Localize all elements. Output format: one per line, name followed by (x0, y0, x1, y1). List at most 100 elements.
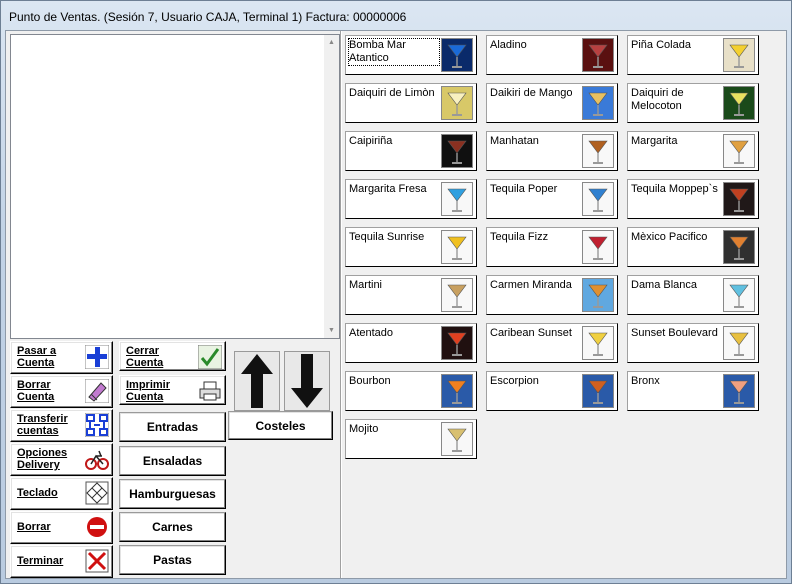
ensaladas-label: Ensaladas (142, 454, 203, 468)
product-button[interactable]: Bourbon (345, 371, 477, 411)
cerrar-cuenta-label: Cerrar Cuenta (126, 345, 164, 369)
cocktail-icon (441, 374, 473, 408)
product-button[interactable]: Tequila Moppep`s (627, 179, 759, 219)
plus-icon (84, 344, 110, 370)
scroll-down-icon[interactable]: ▼ (324, 323, 339, 338)
product-button[interactable]: Daikiri de Mango (486, 83, 618, 123)
entradas-label: Entradas (146, 420, 199, 434)
product-button[interactable]: Bomba Mar Atantico (345, 35, 477, 75)
terminar-button[interactable]: Terminar (10, 545, 113, 578)
carnes-label: Carnes (152, 520, 193, 534)
cocktail-icon (441, 38, 473, 72)
pos-window: Punto de Ventas. (Sesión 7, Usuario CAJA… (0, 0, 792, 584)
cocktail-icon (441, 86, 473, 120)
product-button[interactable]: Tequila Fizz (486, 227, 618, 267)
carnes-button[interactable]: Carnes (119, 512, 226, 542)
checkmark-icon (197, 344, 223, 370)
imprimir-cuenta-label: Imprimir Cuenta (126, 379, 171, 403)
product-button[interactable]: Margarita (627, 131, 759, 171)
product-name: Manhatan (490, 135, 539, 147)
no-entry-icon (85, 515, 109, 539)
arrow-down-icon (291, 354, 323, 408)
terminar-label: Terminar (17, 555, 64, 567)
product-button[interactable]: Tequila Sunrise (345, 227, 477, 267)
product-name: Mèxico Pacifico (631, 231, 708, 243)
printer-icon (198, 379, 222, 403)
keypad-icon (85, 481, 109, 505)
product-name: Margarita (631, 135, 678, 147)
borrar-label: Borrar (17, 521, 51, 533)
transferir-cuentas-button[interactable]: Transferir cuentas (10, 409, 113, 442)
cocktail-icon (582, 134, 614, 168)
client-area: ▲ ▼ Pasar a Cuenta Cerrar Cuenta Borrar … (5, 30, 787, 579)
product-button[interactable]: Caipiriña (345, 131, 477, 171)
product-button[interactable]: Aladino (486, 35, 618, 75)
costeles-button[interactable]: Costeles (228, 411, 333, 440)
costeles-label: Costeles (255, 418, 306, 433)
product-name: Martini (349, 279, 383, 291)
product-button[interactable]: Dama Blanca (627, 275, 759, 315)
cocktail-icon (441, 278, 473, 312)
hamburguesas-button[interactable]: Hamburguesas (119, 479, 226, 509)
borrar-button[interactable]: Borrar (10, 511, 113, 544)
pastas-button[interactable]: Pastas (119, 545, 226, 575)
opciones-delivery-button[interactable]: Opciones Delivery (10, 443, 113, 476)
product-button[interactable]: Daiquiri de Melocoton (627, 83, 759, 123)
panel-divider (340, 31, 342, 578)
scroll-down-button[interactable] (284, 351, 330, 411)
product-name: Tequila Fizz (490, 231, 549, 243)
product-button[interactable]: Martini (345, 275, 477, 315)
window-title: Punto de Ventas. (Sesión 7, Usuario CAJA… (9, 10, 407, 24)
product-button[interactable]: Tequila Poper (486, 179, 618, 219)
product-button[interactable]: Mèxico Pacifico (627, 227, 759, 267)
transferir-cuentas-label: Transferir cuentas (17, 413, 68, 437)
cocktail-icon (723, 326, 755, 360)
pasar-cuenta-button[interactable]: Pasar a Cuenta (10, 341, 113, 374)
product-name: Mojito (349, 423, 379, 435)
cocktail-icon (441, 230, 473, 264)
product-name: Daiquiri de Melocoton (631, 87, 684, 112)
product-button[interactable]: Bronx (627, 371, 759, 411)
product-button[interactable]: Daiquiri de Limòn (345, 83, 477, 123)
ensaladas-button[interactable]: Ensaladas (119, 446, 226, 476)
product-name: Daikiri de Mango (490, 87, 573, 99)
close-icon (85, 549, 109, 573)
cocktail-icon (582, 86, 614, 120)
cocktail-icon (723, 134, 755, 168)
order-list-scrollbar[interactable]: ▲ ▼ (324, 35, 339, 338)
cocktail-icon (723, 374, 755, 408)
product-button[interactable]: Sunset Boulevard (627, 323, 759, 363)
network-icon (84, 412, 110, 438)
cerrar-cuenta-button[interactable]: Cerrar Cuenta (119, 341, 226, 371)
product-button[interactable]: Atentado (345, 323, 477, 363)
product-button[interactable]: Piña Colada (627, 35, 759, 75)
cocktail-icon (441, 134, 473, 168)
bicycle-icon (85, 447, 109, 471)
cocktail-icon (441, 182, 473, 216)
teclado-button[interactable]: Teclado (10, 477, 113, 510)
product-button[interactable]: Escorpion (486, 371, 618, 411)
cocktail-icon (723, 38, 755, 72)
scroll-up-icon[interactable]: ▲ (324, 35, 339, 50)
imprimir-cuenta-button[interactable]: Imprimir Cuenta (119, 375, 226, 405)
entradas-button[interactable]: Entradas (119, 412, 226, 442)
order-list[interactable]: ▲ ▼ (10, 34, 340, 339)
product-name: Sunset Boulevard (631, 327, 718, 339)
product-name: Margarita Fresa (349, 183, 427, 195)
product-button[interactable]: Mojito (345, 419, 477, 459)
product-button[interactable]: Margarita Fresa (345, 179, 477, 219)
teclado-label: Teclado (17, 487, 58, 499)
cocktail-icon (582, 38, 614, 72)
borrar-cuenta-label: Borrar Cuenta (17, 379, 55, 403)
cocktail-icon (582, 278, 614, 312)
hamburguesas-label: Hamburguesas (129, 487, 216, 501)
scroll-up-button[interactable] (234, 351, 280, 411)
product-name: Bronx (631, 375, 660, 387)
product-name: Carmen Miranda (490, 279, 572, 291)
cocktail-icon (582, 374, 614, 408)
product-button[interactable]: Manhatan (486, 131, 618, 171)
borrar-cuenta-button[interactable]: Borrar Cuenta (10, 375, 113, 408)
product-name: Tequila Sunrise (349, 231, 425, 243)
product-button[interactable]: Carmen Miranda (486, 275, 618, 315)
product-button[interactable]: Caribean Sunset (486, 323, 618, 363)
